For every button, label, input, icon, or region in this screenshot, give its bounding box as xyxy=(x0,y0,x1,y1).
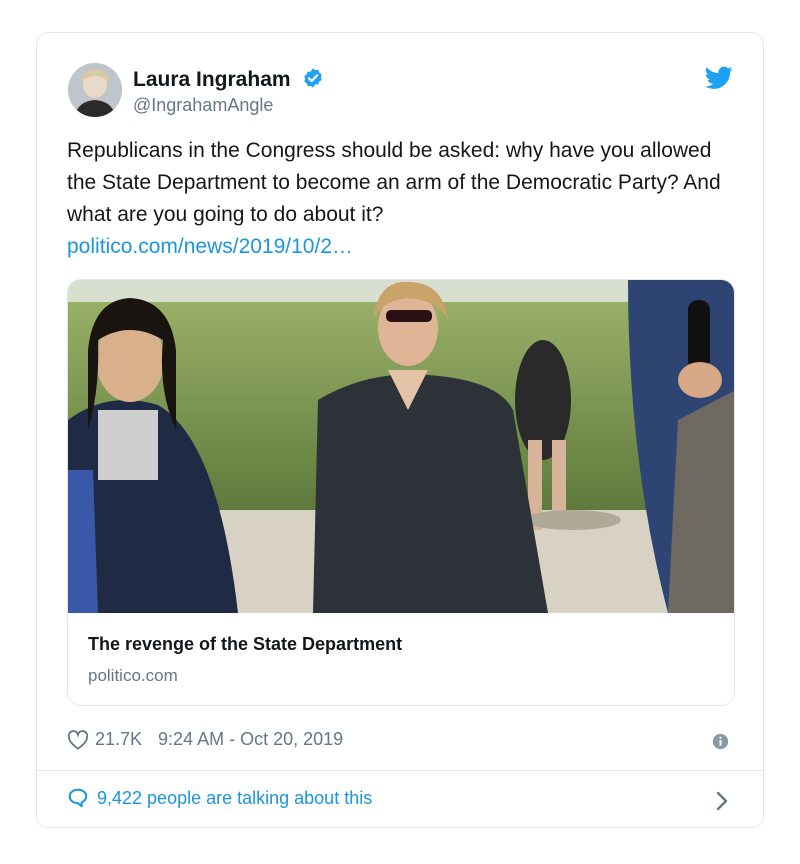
link-preview-image xyxy=(68,280,734,613)
author-name-text: Laura Ingraham xyxy=(133,68,291,91)
speech-bubble-icon xyxy=(68,788,88,808)
author-name[interactable]: Laura Ingraham xyxy=(133,67,324,92)
link-preview-card[interactable]: The revenge of the State Department poli… xyxy=(67,279,735,706)
verified-badge-icon xyxy=(304,68,323,88)
chevron-right-icon[interactable] xyxy=(715,791,729,811)
info-icon[interactable] xyxy=(712,733,729,750)
divider xyxy=(37,770,763,771)
tweet-timestamp[interactable]: 9:24 AM - Oct 20, 2019 xyxy=(158,729,343,750)
avatar[interactable] xyxy=(68,63,122,117)
author-handle[interactable]: @IngrahamAngle xyxy=(133,95,273,116)
heart-icon[interactable] xyxy=(67,729,89,750)
tweet-meta: 21.7K 9:24 AM - Oct 20, 2019 xyxy=(67,729,343,750)
link-preview-title: The revenge of the State Department xyxy=(88,634,403,654)
tweet-card: Laura Ingraham @IngrahamAngle Republican… xyxy=(36,32,764,828)
like-count[interactable]: 21.7K xyxy=(95,729,142,750)
link-preview-domain: politico.com xyxy=(88,666,178,685)
conversation-label: 9,422 people are talking about this xyxy=(97,787,373,808)
tweet-body: Republicans in the Congress should be as… xyxy=(67,139,721,226)
twitter-bird-icon[interactable] xyxy=(705,66,733,90)
tweet-link[interactable]: politico.com/news/2019/10/2… xyxy=(67,235,353,258)
conversation-link[interactable]: 9,422 people are talking about this xyxy=(67,787,372,809)
tweet-text: Republicans in the Congress should be as… xyxy=(67,135,727,263)
